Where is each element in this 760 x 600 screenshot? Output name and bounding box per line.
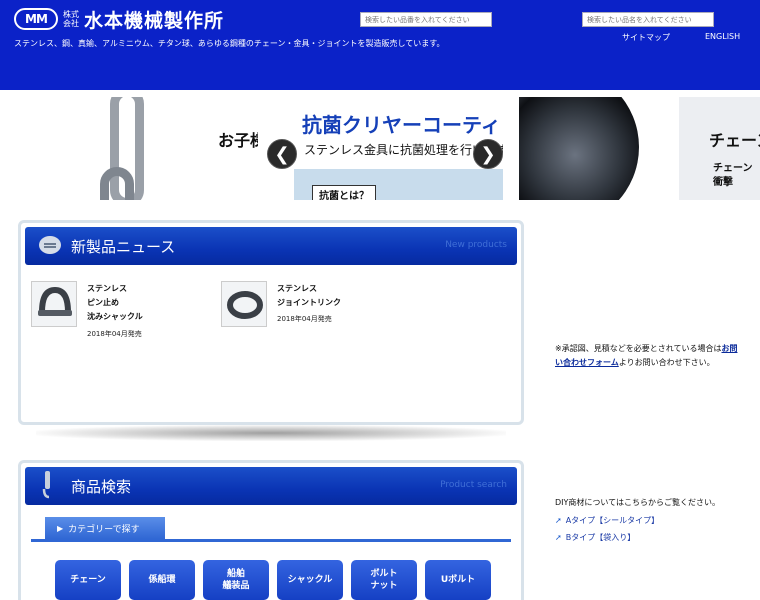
banner-2-title: 抗菌クリヤーコーティング	[302, 113, 503, 137]
tab-category-search[interactable]: ▶ カテゴリーで探す	[45, 517, 165, 539]
arrow-icon: ➚	[555, 516, 562, 525]
tab-underline	[31, 539, 511, 542]
part-number-search-input[interactable]	[360, 12, 492, 27]
wheel-image	[519, 97, 639, 200]
banner-slide-3[interactable]: チェーン チェーン 衝撃	[519, 97, 760, 200]
banner-3-line-2: 衝撃	[713, 177, 733, 188]
news-item-name[interactable]: ステンレス ピン止め 沈みシャックル	[87, 282, 143, 324]
shackle-icon	[38, 286, 72, 316]
diy-type-b-label: Bタイプ【袋入り】	[565, 533, 636, 542]
category-button-marine-fittings[interactable]: 船舶 艤装品	[203, 560, 269, 600]
category-button-mooring-ring[interactable]: 係船環	[129, 560, 195, 600]
speech-bubble-icon	[39, 236, 61, 254]
category-button-chain[interactable]: チェーン	[55, 560, 121, 600]
shackle-thumbnail[interactable]	[31, 281, 77, 327]
banner-3-title: チェーン	[709, 131, 760, 150]
product-name-search-input[interactable]	[582, 12, 714, 27]
banner-slide-1[interactable]: お子様	[30, 97, 258, 200]
play-triangle-icon: ▶	[57, 523, 64, 533]
product-search-header: 商品検索 Product search	[25, 467, 517, 505]
news-name-line: ジョイントリンク	[277, 298, 341, 307]
news-name-line: 沈みシャックル	[87, 312, 143, 321]
news-name-line: ステンレス	[277, 284, 317, 293]
company-logo[interactable]: MM 株式会社 水本機械製作所	[14, 7, 225, 32]
new-products-panel: 新製品ニュース New products ステンレス ピン止め 沈みシャックル …	[18, 220, 524, 425]
logo-kabushiki: 株式会社	[63, 10, 79, 28]
company-name: 水本機械製作所	[84, 9, 225, 32]
joint-link-thumbnail[interactable]	[221, 281, 267, 327]
hook-icon	[42, 471, 50, 499]
chain-link-icon	[227, 291, 263, 319]
diy-type-a-label: Aタイプ【シールタイプ】	[565, 516, 660, 525]
news-name-line: ピン止め	[87, 298, 119, 307]
banner-slide-2[interactable]: 抗菌クリヤーコーティング ステンレス金具に抗菌処理を行います 抗菌とは？	[274, 97, 503, 200]
news-item-date: 2018年04月発売	[277, 315, 332, 323]
carousel-next-arrow-icon[interactable]: ❯	[473, 139, 503, 169]
banner-1-text: お子様	[218, 131, 258, 150]
banner-3-line-1: チェーン	[713, 163, 753, 174]
new-products-header: 新製品ニュース New products	[25, 227, 517, 265]
product-search-panel: 商品検索 Product search ▶ カテゴリーで探す チェーン 係船環 …	[18, 460, 524, 600]
news-name-line: ステンレス	[87, 284, 127, 293]
product-search-title-en: Product search	[440, 480, 507, 490]
tab-category-label: カテゴリーで探す	[68, 524, 140, 535]
antibacterial-info-button[interactable]: 抗菌とは？	[312, 185, 376, 200]
category-button-shackle[interactable]: シャックル	[277, 560, 343, 600]
diy-type-a-link[interactable]: ➚ Aタイプ【シールタイプ】	[555, 515, 659, 526]
news-item-name[interactable]: ステンレス ジョイントリンク	[277, 282, 341, 310]
new-products-title-en: New products	[445, 240, 507, 250]
product-search-title: 商品検索	[71, 478, 132, 496]
category-button-u-bolt[interactable]: Uボルト	[425, 560, 491, 600]
diy-type-b-link[interactable]: ➚ Bタイプ【袋入り】	[555, 532, 635, 543]
diy-heading: DIY商材についてはこちらからご覧ください。	[555, 498, 721, 507]
carousel-prev-arrow-icon[interactable]: ❮	[267, 139, 297, 169]
inquiry-note-pre: ※承認図、見積などを必要とされている場合は	[555, 344, 722, 353]
inquiry-note: ※承認図、見積などを必要とされている場合はお問い合わせフォームよりお問い合わせ下…	[555, 342, 745, 370]
panel-shadow	[36, 425, 506, 441]
category-button-bolt-nut[interactable]: ボルト ナット	[351, 560, 417, 600]
new-products-title: 新製品ニュース	[71, 238, 176, 256]
inquiry-note-post: よりお問い合わせ下さい。	[618, 358, 715, 367]
site-tagline: ステンレス、鋼、真鍮、アルミニウム、チタン球、あらゆる鋼種のチェーン・金具・ジョ…	[14, 39, 445, 48]
logo-badge-icon: MM	[14, 8, 58, 30]
site-header: MM 株式会社 水本機械製作所 ステンレス、鋼、真鍮、アルミニウム、チタン球、あ…	[0, 0, 760, 90]
arrow-icon: ➚	[555, 533, 562, 542]
chain-image-lower	[100, 167, 134, 200]
news-item-date: 2018年04月発売	[87, 330, 142, 338]
english-link[interactable]: ENGLISH	[705, 32, 740, 41]
sitemap-link[interactable]: サイトマップ	[622, 32, 670, 43]
